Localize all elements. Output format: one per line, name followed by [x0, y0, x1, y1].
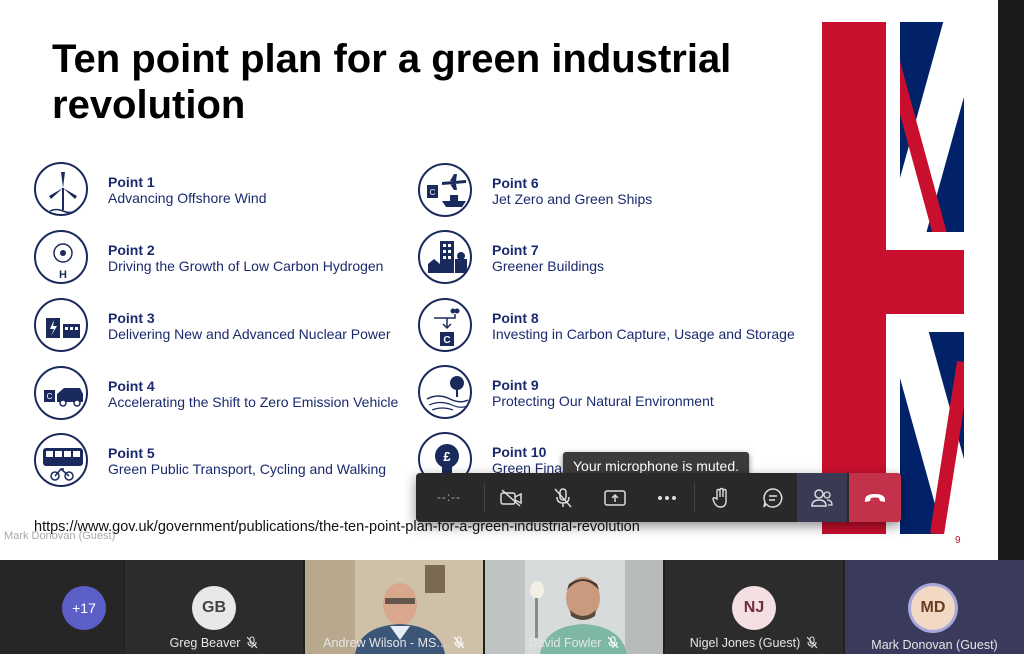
- avatar: NJ: [732, 586, 776, 630]
- point-6: C Point 6 Jet Zero and Green Ships: [418, 163, 808, 219]
- participant-name-text: Andrew Wilson - MS...: [323, 636, 447, 650]
- raise-hand-icon: [712, 487, 727, 508]
- point-description: Jet Zero and Green Ships: [492, 191, 653, 207]
- svg-text:H: H: [59, 269, 67, 281]
- share-screen-button[interactable]: [590, 473, 640, 522]
- people-icon: [811, 488, 833, 507]
- participant-name-text: Nigel Jones (Guest): [689, 636, 801, 650]
- point-title: Point 10: [492, 444, 547, 460]
- point-3: Point 3 Delivering New and Advanced Nucl…: [34, 298, 424, 354]
- camera-off-icon: [500, 488, 522, 507]
- participant-name: Mark Donovan (Guest): [871, 638, 998, 652]
- hang-up-icon: [865, 493, 885, 502]
- svg-text:C: C: [47, 392, 53, 401]
- point-description: Delivering New and Advanced Nuclear Powe…: [108, 326, 391, 342]
- more-actions-button[interactable]: [642, 473, 692, 522]
- overflow-participants-tile[interactable]: +17: [0, 560, 124, 654]
- point-description: Greener Buildings: [492, 258, 605, 274]
- point-title: Point 2: [108, 242, 155, 258]
- participants-button[interactable]: [797, 473, 847, 522]
- svg-text:C: C: [443, 335, 450, 346]
- participant-name: Greg Beaver: [125, 636, 303, 652]
- mic-muted-icon: [246, 636, 258, 652]
- point-description: Driving the Growth of Low Carbon Hydroge…: [108, 258, 384, 274]
- participant-video-tile[interactable]: Andrew Wilson - MS...: [305, 560, 483, 654]
- nuclear-power-icon: [34, 298, 88, 352]
- chat-icon: [763, 487, 783, 508]
- point-description: Protecting Our Natural Environment: [492, 393, 714, 409]
- bus-bike-icon: [34, 433, 88, 487]
- mic-muted-icon: [607, 636, 619, 652]
- nature-icon: [418, 365, 472, 419]
- carbon-capture-icon: C: [418, 298, 472, 352]
- point-description: Advancing Offshore Wind: [108, 190, 267, 206]
- point-2: H Point 2 Driving the Growth of Low Carb…: [34, 230, 424, 286]
- chat-button[interactable]: [748, 473, 798, 522]
- participant-name-text: Greg Beaver: [169, 636, 241, 650]
- call-timer: --:--: [436, 490, 462, 504]
- divider: [694, 483, 695, 512]
- call-control-bar: --:--: [416, 473, 901, 522]
- electric-car-icon: C: [34, 366, 88, 420]
- union-flag-image: [822, 22, 964, 534]
- point-4: C Point 4 Accelerating the Shift to Zero…: [34, 366, 424, 422]
- participant-tile[interactable]: NJ Nigel Jones (Guest): [665, 560, 843, 654]
- point-9: Point 9 Protecting Our Natural Environme…: [418, 365, 808, 421]
- participant-tile-active[interactable]: MD Mark Donovan (Guest): [845, 560, 1024, 654]
- point-description: Accelerating the Shift to Zero Emission …: [108, 394, 399, 410]
- participant-video-tile[interactable]: David Fowler: [485, 560, 663, 654]
- svg-text:£: £: [443, 449, 451, 464]
- participant-name: David Fowler: [485, 636, 663, 652]
- point-7: Point 7 Greener Buildings: [418, 230, 808, 286]
- participant-name: Nigel Jones (Guest): [665, 636, 843, 652]
- slide-title: Ten point plan for a green industrial re…: [52, 37, 732, 127]
- plane-ship-icon: C: [418, 163, 472, 217]
- buildings-icon: [418, 230, 472, 284]
- point-title: Point 1: [108, 174, 155, 190]
- camera-toggle-button[interactable]: [486, 473, 536, 522]
- point-title: Point 4: [108, 378, 155, 394]
- participant-strip: +17 GB Greg Beaver Andrew Wilson - MS...: [0, 560, 1024, 654]
- participant-name-text: David Fowler: [528, 636, 602, 650]
- mic-muted-icon: [806, 636, 818, 652]
- participant-tile[interactable]: GB Greg Beaver: [125, 560, 303, 654]
- overflow-count-badge[interactable]: +17: [62, 586, 106, 630]
- slide-number: 9: [955, 535, 961, 546]
- share-screen-icon: [604, 489, 626, 506]
- presenter-label: Mark Donovan (Guest): [4, 530, 116, 542]
- point-title: Point 3: [108, 310, 155, 326]
- avatar: GB: [192, 586, 236, 630]
- point-title: Point 8: [492, 310, 539, 326]
- hang-up-button[interactable]: [849, 473, 901, 522]
- point-5: Point 5 Green Public Transport, Cycling …: [34, 433, 424, 489]
- raise-hand-button[interactable]: [696, 473, 746, 522]
- point-1: Point 1 Advancing Offshore Wind: [34, 162, 424, 218]
- mic-muted-icon: [554, 487, 572, 507]
- more-icon: [658, 495, 676, 500]
- point-description: Investing in Carbon Capture, Usage and S…: [492, 326, 795, 342]
- point-description: Green Public Transport, Cycling and Walk…: [108, 461, 387, 477]
- mic-muted-icon: [453, 636, 465, 652]
- divider: [484, 483, 485, 512]
- mic-toggle-button[interactable]: [538, 473, 588, 522]
- point-title: Point 7: [492, 242, 539, 258]
- point-8: C Point 8 Investing in Carbon Capture, U…: [418, 298, 808, 354]
- participant-name: Andrew Wilson - MS...: [305, 636, 483, 652]
- avatar: MD: [911, 586, 955, 630]
- hydrogen-icon: H: [34, 230, 88, 284]
- svg-text:C: C: [430, 188, 436, 197]
- point-title: Point 6: [492, 175, 539, 191]
- point-title: Point 9: [492, 377, 539, 393]
- point-title: Point 5: [108, 445, 155, 461]
- wind-turbine-icon: [34, 162, 88, 216]
